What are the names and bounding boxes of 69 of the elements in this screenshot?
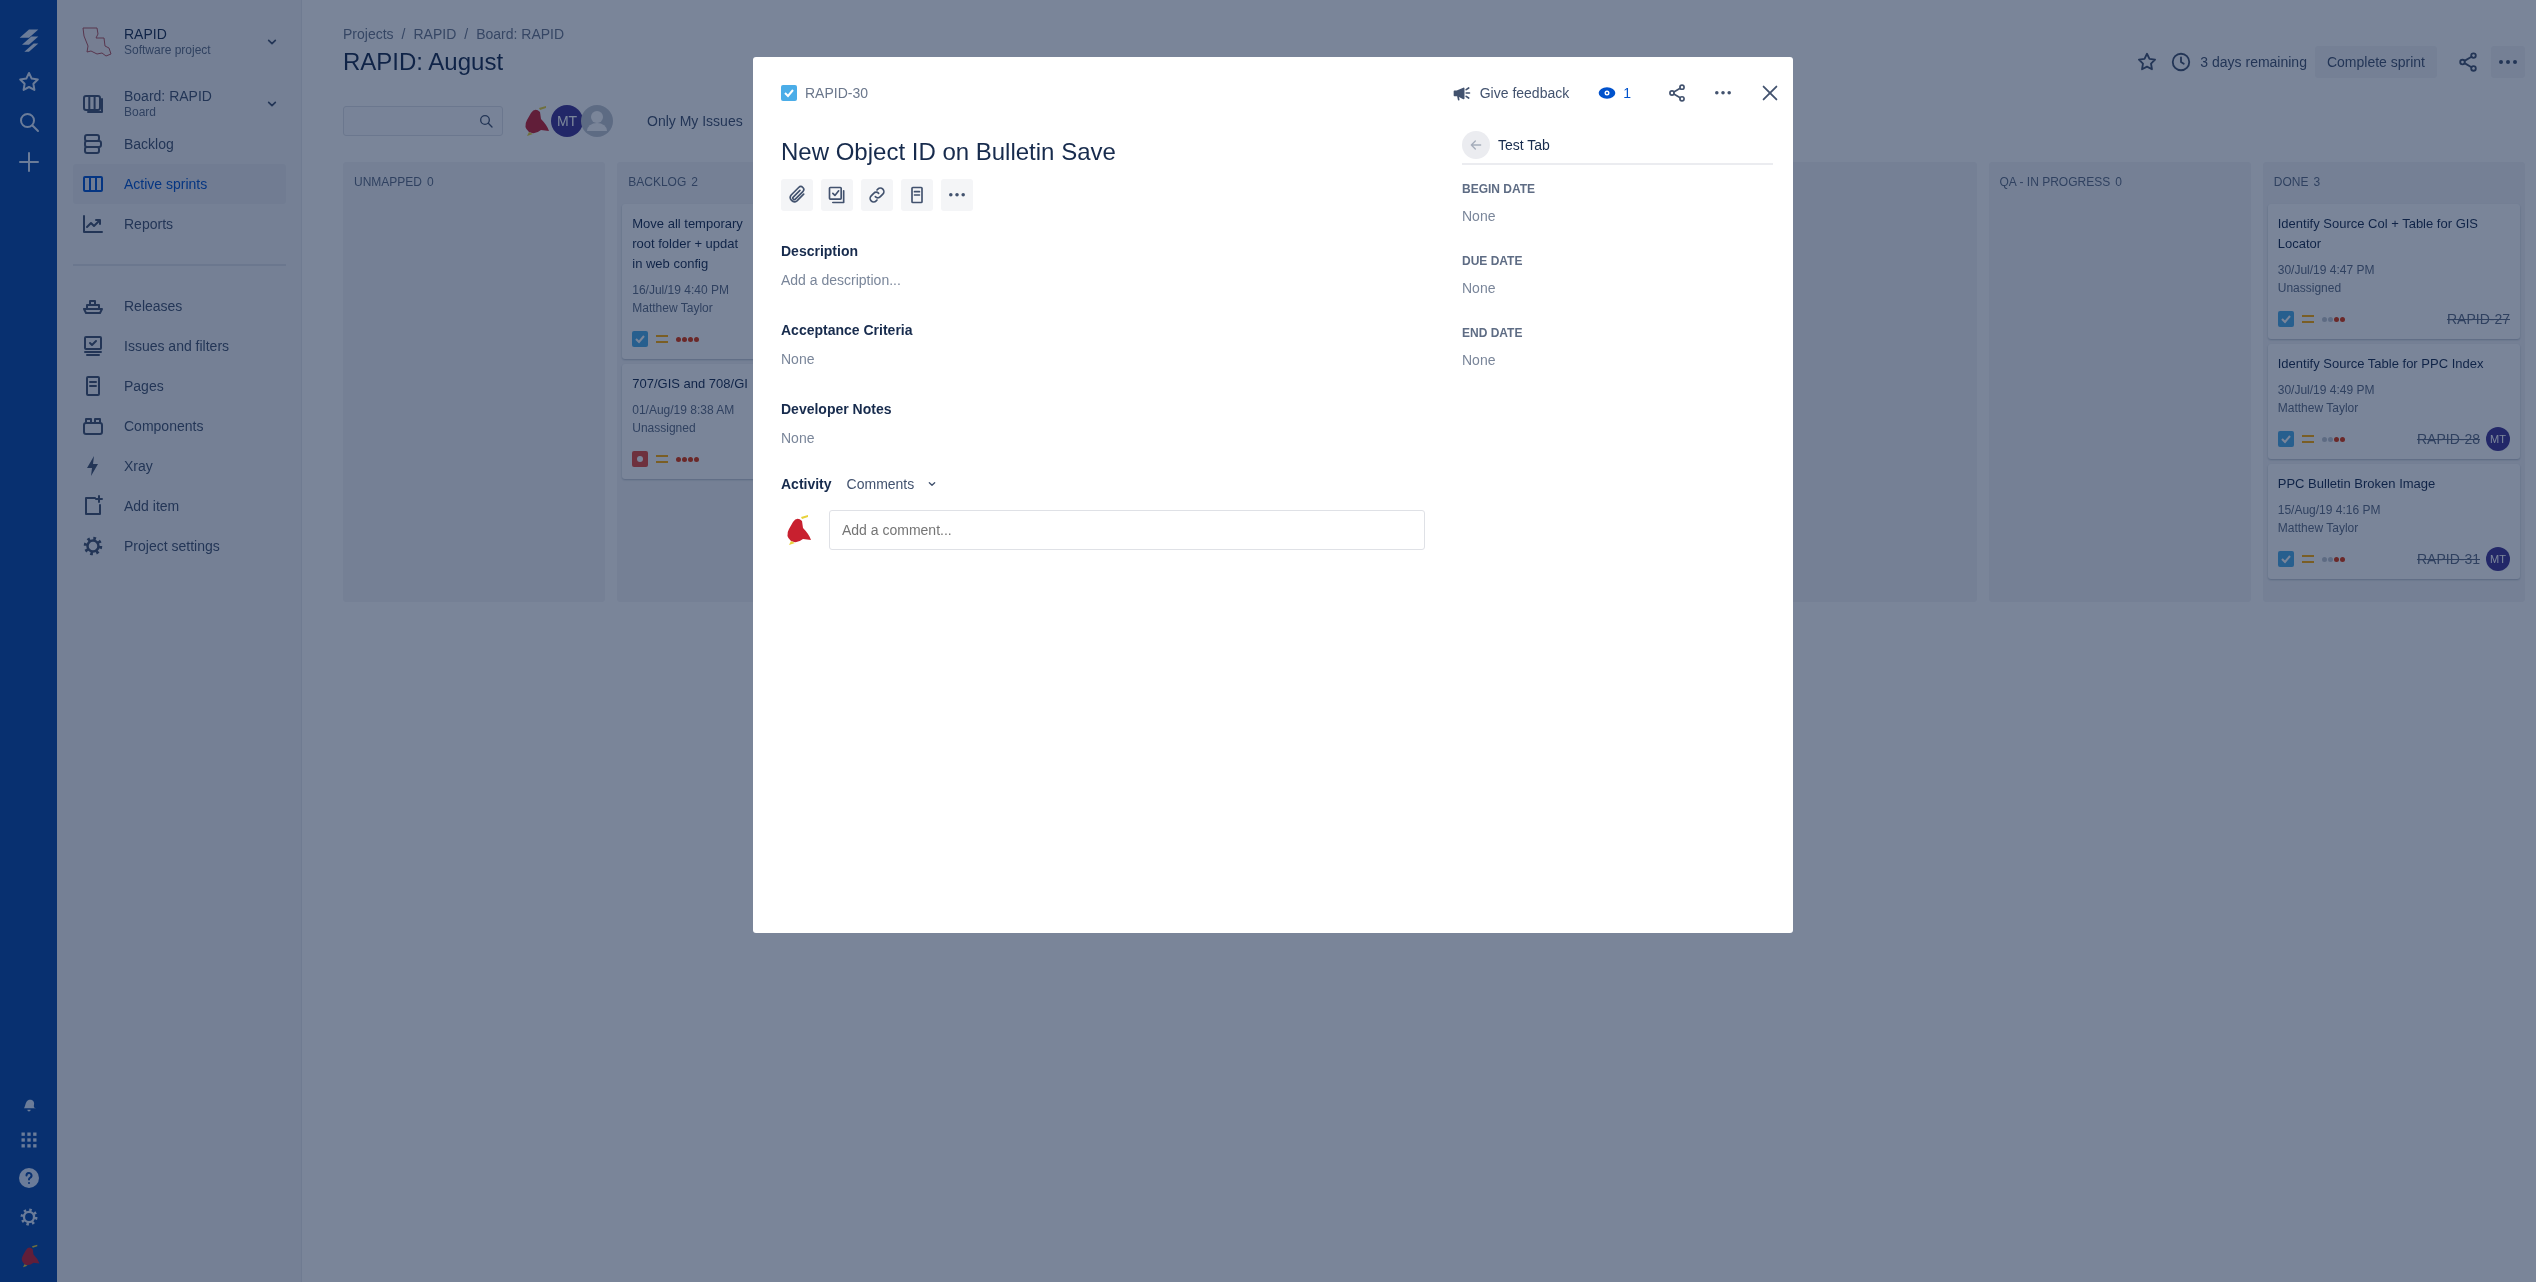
give-feedback-button[interactable]: Give feedback xyxy=(1451,83,1578,103)
comments-dropdown[interactable]: Comments xyxy=(846,476,941,492)
card-date: 30/Jul/19 4:47 PM xyxy=(2277,262,2375,279)
sidebar-item[interactable]: Xray xyxy=(73,446,286,486)
card-title: 707/GIS and 708/GI xyxy=(632,375,748,393)
field-label: Description xyxy=(781,242,859,261)
sidebar-item[interactable]: Project settings xyxy=(73,526,286,566)
project-type: Software project xyxy=(124,42,212,58)
column-count: 2 xyxy=(691,175,698,189)
card-date: 15/Aug/19 4:16 PM xyxy=(2277,502,2381,519)
complete-sprint-button[interactable]: Complete sprint xyxy=(2314,46,2437,78)
column-count: 0 xyxy=(427,175,434,189)
card-title: Identify Source Table for PPC Index xyxy=(2277,355,2484,373)
field-value[interactable]: None xyxy=(1462,350,1773,370)
sidebar-item[interactable]: Issues and filters xyxy=(73,326,286,366)
sidebar-item[interactable]: Backlog xyxy=(73,124,286,164)
breadcrumb-link[interactable]: RAPID xyxy=(413,26,457,42)
column-title: BACKLOG xyxy=(628,175,687,189)
sidebar-item[interactable]: Pages xyxy=(73,366,286,406)
issue-card[interactable]: PPC Bulletin Broken Image 15/Aug/19 4:16 PM Matthew Taylor RAPID-31 MT xyxy=(2267,464,2520,579)
column-title: DONE xyxy=(2273,175,2309,189)
card-title: Identify Source Col + Table for GIS Locator xyxy=(2277,215,2479,253)
field-label: DUE DATE xyxy=(1462,253,1524,269)
breadcrumb-link[interactable]: Board: RAPID xyxy=(476,26,565,42)
field-value[interactable]: None xyxy=(1462,278,1773,298)
column-title: QA - IN PROGRESS xyxy=(1999,175,2111,189)
user-avatar[interactable]: MT xyxy=(551,105,583,137)
card-date: 30/Jul/19 4:49 PM xyxy=(2277,382,2375,399)
column-count: 3 xyxy=(2313,175,2321,189)
sidebar-item[interactable]: Releases xyxy=(73,286,286,326)
breadcrumb-link[interactable]: Projects xyxy=(343,26,394,42)
sidebar-item[interactable]: Active sprints xyxy=(73,164,286,204)
field-value[interactable]: None xyxy=(1462,206,1773,226)
page-title: RAPID: August xyxy=(343,47,504,77)
card-title: PPC Bulletin Broken Image xyxy=(2277,475,2436,493)
card-assignee: Unassigned xyxy=(2277,280,2342,297)
issue-key[interactable]: RAPID-28 xyxy=(2416,431,2480,447)
card-title: Move all temporary root folder + updat in web config xyxy=(632,215,743,273)
card-assignee: Matthew Taylor xyxy=(2277,520,2359,537)
issue-key[interactable]: RAPID-27 xyxy=(2446,311,2510,327)
card-date: 16/Jul/19 4:40 PM xyxy=(632,282,729,299)
assignee-avatar: MT xyxy=(2486,547,2510,571)
card-assignee: Unassigned xyxy=(632,420,696,437)
comment-field[interactable]: Add a comment... xyxy=(829,510,1425,550)
issue-card[interactable]: Identify Source Col + Table for GIS Locator 30/Jul/19 4:47 PM Unassigned RAPID-27 xyxy=(2267,204,2520,339)
sidebar-item[interactable]: Reports xyxy=(73,204,286,244)
column-count: 0 xyxy=(2115,175,2122,189)
issue-title[interactable]: New Object ID on Bulletin Save xyxy=(781,137,1425,167)
tab-title: Test Tab xyxy=(1498,137,1550,153)
assignee-avatar: MT xyxy=(2486,427,2510,451)
issue-card[interactable]: Identify Source Table for PPC Index 30/Jul/19 4:49 PM Matthew Taylor RAPID-28 MT xyxy=(2267,344,2520,459)
issue-key-link[interactable]: RAPID-30 xyxy=(805,85,869,101)
board-type: Board xyxy=(124,104,158,120)
issue-key[interactable]: RAPID-31 xyxy=(2416,551,2480,567)
column-title: UNMAPPED xyxy=(354,175,422,189)
breadcrumb-separator: / xyxy=(401,26,406,42)
card-date: 01/Aug/19 8:38 AM xyxy=(632,402,735,419)
breadcrumb-separator: / xyxy=(464,26,469,42)
watch-button[interactable]: 1 xyxy=(1597,83,1643,103)
sidebar-item[interactable]: Components xyxy=(73,406,286,446)
remaining-time: 3 days remaining xyxy=(2200,54,2307,70)
quick-filter[interactable]: Only My Issues xyxy=(639,107,751,135)
sidebar-item[interactable]: Add item xyxy=(73,486,286,526)
card-assignee: Matthew Taylor xyxy=(632,300,713,317)
field-label: END DATE xyxy=(1462,325,1524,341)
card-assignee: Matthew Taylor xyxy=(2277,400,2359,417)
board-name[interactable]: Board: RAPID xyxy=(124,88,243,104)
field-label: BEGIN DATE xyxy=(1462,181,1537,197)
project-name: RAPID xyxy=(124,26,168,42)
